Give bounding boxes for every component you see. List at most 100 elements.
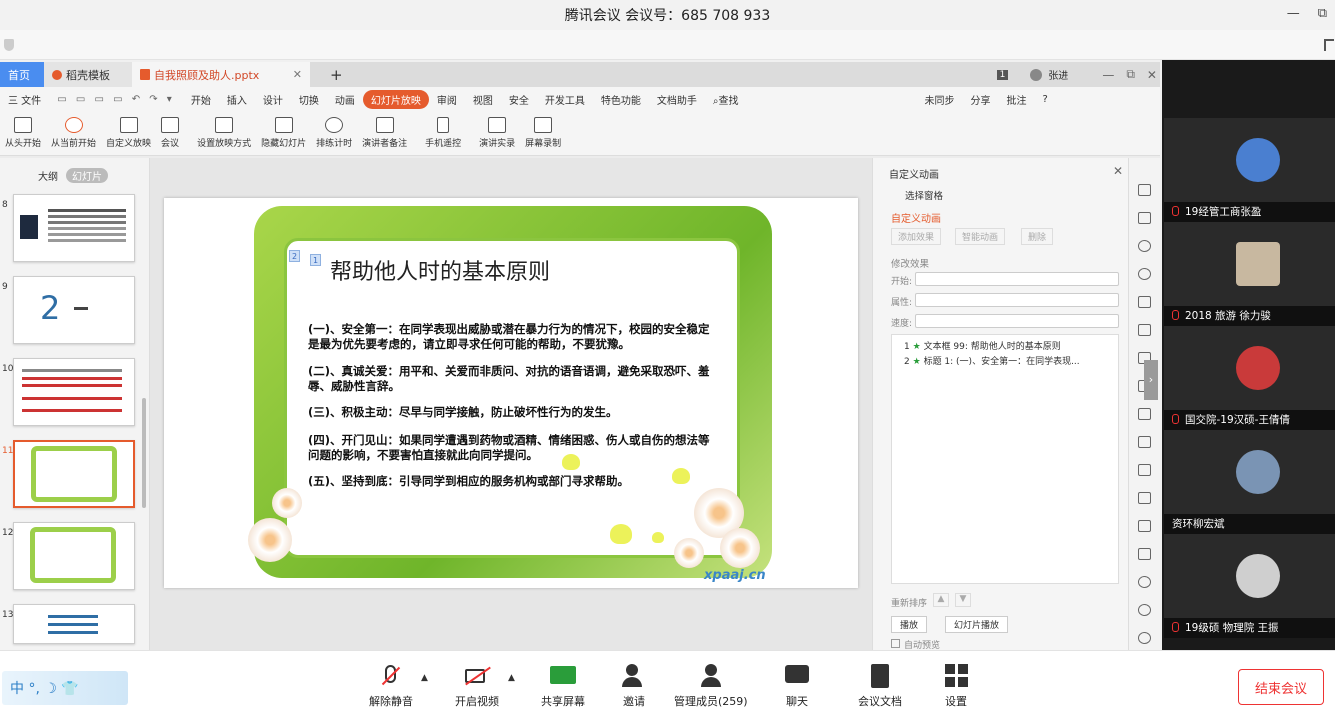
autopreview-checkbox[interactable] (891, 639, 900, 648)
audio-options-caret[interactable]: ▲ (421, 673, 428, 683)
restore-button[interactable]: ⧉ (1318, 6, 1327, 21)
menu-share[interactable]: 分享 (962, 92, 998, 107)
record-talk-button[interactable]: 演讲实录 (474, 117, 520, 155)
new-tab-button[interactable]: + (330, 66, 343, 84)
user-name[interactable]: 张进 (1048, 67, 1068, 82)
table-icon[interactable] (1138, 324, 1151, 336)
screen-record-button[interactable]: 屏幕录制 (520, 117, 566, 155)
chat-button[interactable]: 聊天 (783, 663, 811, 709)
menu-search[interactable]: ⌕查找 (705, 92, 747, 107)
meeting-button[interactable]: 会议 (156, 117, 184, 155)
tab-document[interactable]: 自我照顾及助人.pptx ✕ (132, 62, 310, 87)
participant-tile-1[interactable]: 19经管工商张盈 (1164, 118, 1335, 222)
close-panel-icon[interactable]: ✕ (1113, 164, 1123, 178)
image-icon[interactable] (1138, 520, 1151, 532)
help-circle-icon[interactable] (1138, 632, 1151, 644)
meeting-docs-button[interactable]: 会议文档 (858, 663, 902, 709)
fullscreen-icon[interactable] (1324, 39, 1334, 51)
wps-minimize-button[interactable]: — (1102, 68, 1114, 82)
menu-start[interactable]: 开始 (183, 92, 219, 107)
principle-1[interactable]: (一)、安全第一：在同学表现出威胁或潜在暴力行为的情况下，校园的安全稳定是最为优… (308, 322, 720, 352)
setup-show-button[interactable]: 设置放映方式 (192, 117, 256, 155)
start-video-button[interactable]: 开启视频 (455, 663, 499, 709)
menu-insert[interactable]: 插入 (219, 92, 255, 107)
shapes-icon[interactable] (1138, 240, 1151, 252)
rehearse-timing-button[interactable]: 排练计时 (311, 117, 357, 155)
animation-item-2[interactable]: 2 ★ 标题 1: (一)、安全第一：在同学表现... (904, 354, 1080, 367)
menu-developer[interactable]: 开发工具 (537, 92, 593, 107)
menu-security[interactable]: 安全 (501, 92, 537, 107)
hide-slide-button[interactable]: 隐藏幻灯片 (256, 117, 311, 155)
slide-thumb-12[interactable] (13, 522, 135, 590)
play-from-current-button[interactable]: 从当前开始 (46, 117, 101, 155)
outline-tab[interactable]: 大纲 (38, 168, 58, 183)
add-effect-button[interactable]: 添加效果 (891, 228, 942, 245)
animation-item-1[interactable]: 1 ★ 文本框 99: 帮助他人时的基本原则 (904, 339, 1061, 352)
start-select[interactable] (915, 272, 1119, 286)
document-icon[interactable] (1138, 436, 1151, 448)
slide-thumb-11[interactable] (13, 440, 135, 508)
select-pane-link[interactable]: 选择窗格 (905, 188, 943, 202)
animation-pane-icon[interactable] (1138, 184, 1151, 196)
property-select[interactable] (915, 293, 1119, 307)
custom-show-button[interactable]: 自定义放映 (101, 117, 156, 155)
slide-thumb-9[interactable]: 2 (13, 276, 135, 344)
menu-design[interactable]: 设计 (255, 92, 291, 107)
settings-button[interactable]: 设置 (942, 663, 970, 709)
tab-templates[interactable]: 稻壳模板 (44, 62, 132, 87)
participant-tile-3[interactable]: 国交院-19汉硕-王倩倩 (1164, 326, 1335, 430)
minimize-button[interactable]: — (1287, 6, 1300, 21)
input-method-bar[interactable]: 中 °, ☽ 👕 (2, 671, 128, 705)
slideshow-play-button[interactable]: 幻灯片播放 (945, 616, 1009, 633)
menu-animation[interactable]: 动画 (327, 92, 363, 107)
history-icon[interactable] (1138, 604, 1151, 616)
user-avatar[interactable] (1030, 68, 1043, 81)
video-options-caret[interactable]: ▲ (508, 673, 515, 683)
triangle-icon[interactable] (1138, 296, 1151, 308)
location-icon[interactable] (1138, 268, 1151, 280)
unmute-button[interactable]: 解除静音 (369, 663, 413, 709)
download-icon[interactable] (1138, 576, 1151, 588)
principle-3[interactable]: (三)、积极主动：尽早与同学接触，防止破坏性行为的发生。 (308, 405, 720, 420)
settings-sliders-icon[interactable] (1138, 408, 1151, 420)
participant-tile-5[interactable]: 19级硕 物理院 王振 (1164, 534, 1335, 638)
slide[interactable]: 2 1 帮助他人时的基本原则 (一)、安全第一：在同学表现出威胁或潜在暴力行为的… (164, 198, 858, 588)
menu-view[interactable]: 视图 (465, 92, 501, 107)
move-down-button[interactable]: ▼ (955, 593, 971, 607)
box-icon[interactable] (1138, 492, 1151, 504)
move-up-button[interactable]: ▲ (933, 593, 949, 607)
phone-remote-button[interactable]: 手机遥控 (420, 117, 466, 155)
menu-doc-assistant[interactable]: 文档助手 (649, 92, 705, 107)
quick-access-icons[interactable]: ▭ ▭ ▭ ▭ ↶ ↷ ▾ (49, 94, 183, 105)
wps-restore-button[interactable]: ⧉ (1126, 67, 1135, 82)
participant-tile-2[interactable]: 2018 旅游 徐力骏 (1164, 222, 1335, 326)
slide-thumb-8[interactable] (13, 194, 135, 262)
slide-thumb-13[interactable] (13, 604, 135, 644)
help-icon[interactable]: ? (1034, 94, 1055, 105)
principle-2[interactable]: (二)、真诚关爱：用平和、关爱而非质问、对抗的语音语调，避免采取恐吓、羞辱、威胁… (308, 364, 720, 394)
menu-slideshow[interactable]: 幻灯片放映 (362, 90, 429, 109)
play-button[interactable]: 播放 (891, 616, 928, 633)
slide-thumb-10[interactable] (13, 358, 135, 426)
audio-icon[interactable] (1138, 548, 1151, 560)
close-tab-icon[interactable]: ✕ (293, 68, 302, 81)
share-screen-button[interactable]: 共享屏幕 (541, 663, 585, 709)
wps-close-button[interactable]: ✕ (1147, 68, 1157, 82)
menu-comment[interactable]: 批注 (998, 92, 1034, 107)
slides-tab[interactable]: 幻灯片 (66, 168, 108, 183)
slide-title[interactable]: 帮助他人时的基本原则 (330, 254, 550, 286)
thumb-scrollbar[interactable] (142, 398, 146, 508)
speaker-notes-button[interactable]: 演讲者备注 (357, 117, 412, 155)
end-meeting-button[interactable]: 结束会议 (1238, 669, 1324, 705)
menu-sync[interactable]: 未同步 (916, 92, 962, 107)
export-icon[interactable] (1138, 464, 1151, 476)
manage-members-button[interactable]: 管理成员(259) (674, 663, 748, 709)
copy-icon[interactable] (1138, 212, 1151, 224)
principle-4[interactable]: (四)、开门见山：如果同学遭遇到药物或酒精、情绪困惑、伤人或自伤的想法等问题的影… (308, 433, 720, 463)
menu-transition[interactable]: 切换 (291, 92, 327, 107)
scroll-right-button[interactable]: › (1144, 360, 1158, 400)
participant-tile-4[interactable]: 资环柳宏斌 (1164, 430, 1335, 534)
speed-select[interactable] (915, 314, 1119, 328)
invite-button[interactable]: 邀请 (620, 663, 648, 709)
menu-special[interactable]: 特色功能 (593, 92, 649, 107)
